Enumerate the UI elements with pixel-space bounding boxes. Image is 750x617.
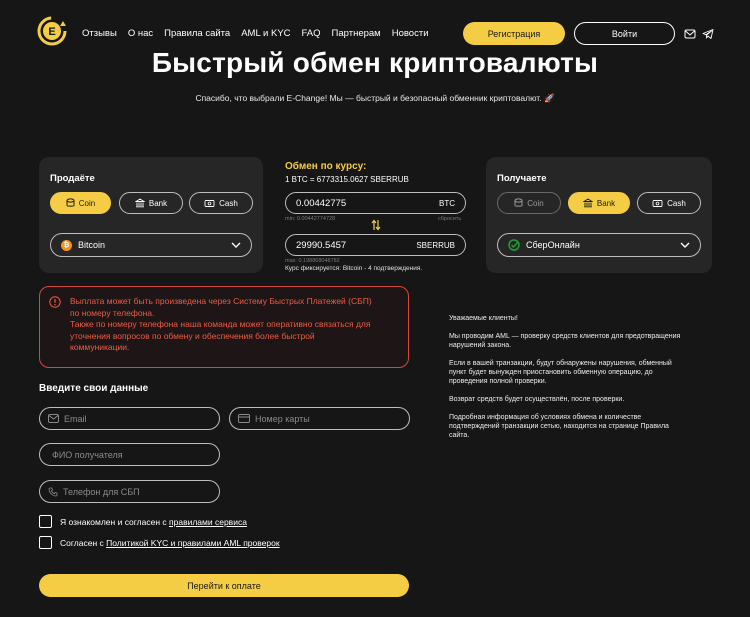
kyc-aml-link[interactable]: Политикой KYC и правилами AML проверок [106,538,279,548]
info-paragraph: Мы проводим AML — проверку средств клиен… [449,333,681,349]
sell-panel: Продаёте Coin Bank Cash ₿ Bitcoin [39,157,263,273]
mail-icon [48,414,59,423]
bank-icon [134,198,145,208]
get-amount-input[interactable]: 29990.5457 SBERRUB [285,234,466,256]
bank-icon [582,198,593,208]
sell-currency-value: Bitcoin [78,240,106,250]
card-placeholder: Номер карты [255,413,310,424]
register-button[interactable]: Регистрация [463,22,565,45]
proceed-to-payment-button[interactable]: Перейти к оплате [39,574,409,597]
phone-icon [48,487,58,497]
buy-tab-cash[interactable]: Cash [637,192,701,214]
give-currency: BTC [439,198,455,208]
sell-title: Продаёте [50,173,95,184]
phone-placeholder: Телефон для СБП [63,486,140,497]
form-title: Введите свои данные [39,383,149,394]
sell-tab-bank-label: Bank [148,198,168,208]
nav-rules[interactable]: Правила сайта [164,28,230,39]
recipient-name-field[interactable]: ФИО получателя [39,443,220,466]
buy-tab-coin[interactable]: Coin [497,192,561,214]
coin-icon [66,198,75,208]
buy-tab-bank-label: Bank [596,198,616,208]
agree-rules-row: Я ознакомлен и согласен с правилами серв… [39,515,247,528]
logo[interactable]: E [36,15,68,47]
agree-kyc-label: Согласен с Политикой KYC и правилами AML… [60,537,280,548]
card-number-field[interactable]: Номер карты [229,407,410,430]
sberbank-icon [508,239,520,251]
swap-icon[interactable] [371,219,381,231]
info-paragraph: Подробная информация об условиях обмена … [449,414,669,439]
rate-value: 1 BTC = 6773315.0627 SBERRUB [285,175,409,184]
buy-method-value: СберОнлайн [526,240,580,250]
page-subtitle: Спасибо, что выбрали E-Change! Мы — быст… [195,93,555,103]
rate-title: Обмен по курсу: [285,161,367,172]
nav-about[interactable]: О нас [128,28,153,39]
get-currency: SBERRUB [416,240,455,250]
buy-tab-coin-label: Coin [527,198,544,208]
buy-tab-bank[interactable]: Bank [568,192,630,214]
nav-news[interactable]: Новости [392,28,429,39]
mail-icon[interactable] [684,28,696,40]
nav-faq[interactable]: FAQ [302,28,321,39]
nav-partners[interactable]: Партнерам [332,28,381,39]
buy-panel: Получаете Coin Bank Cash СберОнлайн [486,157,712,273]
sell-tab-coin[interactable]: Coin [50,192,111,214]
buy-method-select[interactable]: СберОнлайн [497,233,701,257]
cash-icon [204,199,215,208]
alert-icon [49,296,61,308]
email-field[interactable]: Email [39,407,220,430]
give-amount-value: 0.00442775 [296,197,347,209]
agree-rules-checkbox[interactable] [39,515,52,528]
main-nav: Отзывы О нас Правила сайта AML и KYC FAQ… [82,28,429,39]
nav-aml-kyc[interactable]: AML и KYC [241,28,290,39]
info-greeting: Уважаемые клиенты! [449,315,518,322]
agree-rules-label: Я ознакомлен и согласен с правилами серв… [60,516,247,527]
coin-icon [514,198,523,208]
page-title: Быстрый обмен криптовалюты [151,47,599,78]
phone-field[interactable]: Телефон для СБП [39,480,220,503]
min-amount: min: 0.00442774728 [285,216,336,222]
warning-text: Выплата может быть произведена через Сис… [70,296,372,352]
agree-kyc-checkbox[interactable] [39,536,52,549]
aml-info: Уважаемые клиенты! Мы проводим AML — про… [449,314,689,449]
sell-tab-cash-label: Cash [219,198,238,208]
nav-reviews[interactable]: Отзывы [82,28,117,39]
chevron-down-icon [680,242,690,248]
telegram-icon[interactable] [702,28,714,40]
card-icon [238,414,250,423]
bitcoin-icon: ₿ [61,239,72,251]
sbp-warning: Выплата может быть произведена через Сис… [39,286,409,368]
give-amount-input[interactable]: 0.00442775 BTC [285,192,466,214]
max-amount: max: 0.198868048782 [285,258,340,264]
sell-tab-bank[interactable]: Bank [119,192,183,214]
sell-currency-select[interactable]: ₿ Bitcoin [50,233,252,257]
buy-title: Получаете [497,173,547,184]
info-paragraph: Возврат средств будет осуществлён, после… [449,396,625,403]
info-paragraph: Если в вашей транзакции, будут обнаружен… [449,360,672,385]
chevron-down-icon [231,242,241,248]
login-button[interactable]: Войти [574,22,675,45]
sell-tab-cash[interactable]: Cash [189,192,253,214]
get-amount-value: 29990.5457 [296,239,347,251]
rate-fix-note: Курс фиксируется: Bitcoin - 4 подтвержде… [285,265,423,272]
logo-letter: E [48,26,55,38]
agree-kyc-row: Согласен с Политикой KYC и правилами AML… [39,536,280,549]
sell-tab-coin-label: Coin [78,198,96,208]
cash-icon [652,199,663,208]
rules-link[interactable]: правилами сервиса [169,517,247,527]
buy-tab-cash-label: Cash [667,198,686,208]
name-placeholder: ФИО получателя [52,449,123,460]
email-placeholder: Email [64,413,87,424]
reset-link[interactable]: сбросить [438,216,461,222]
